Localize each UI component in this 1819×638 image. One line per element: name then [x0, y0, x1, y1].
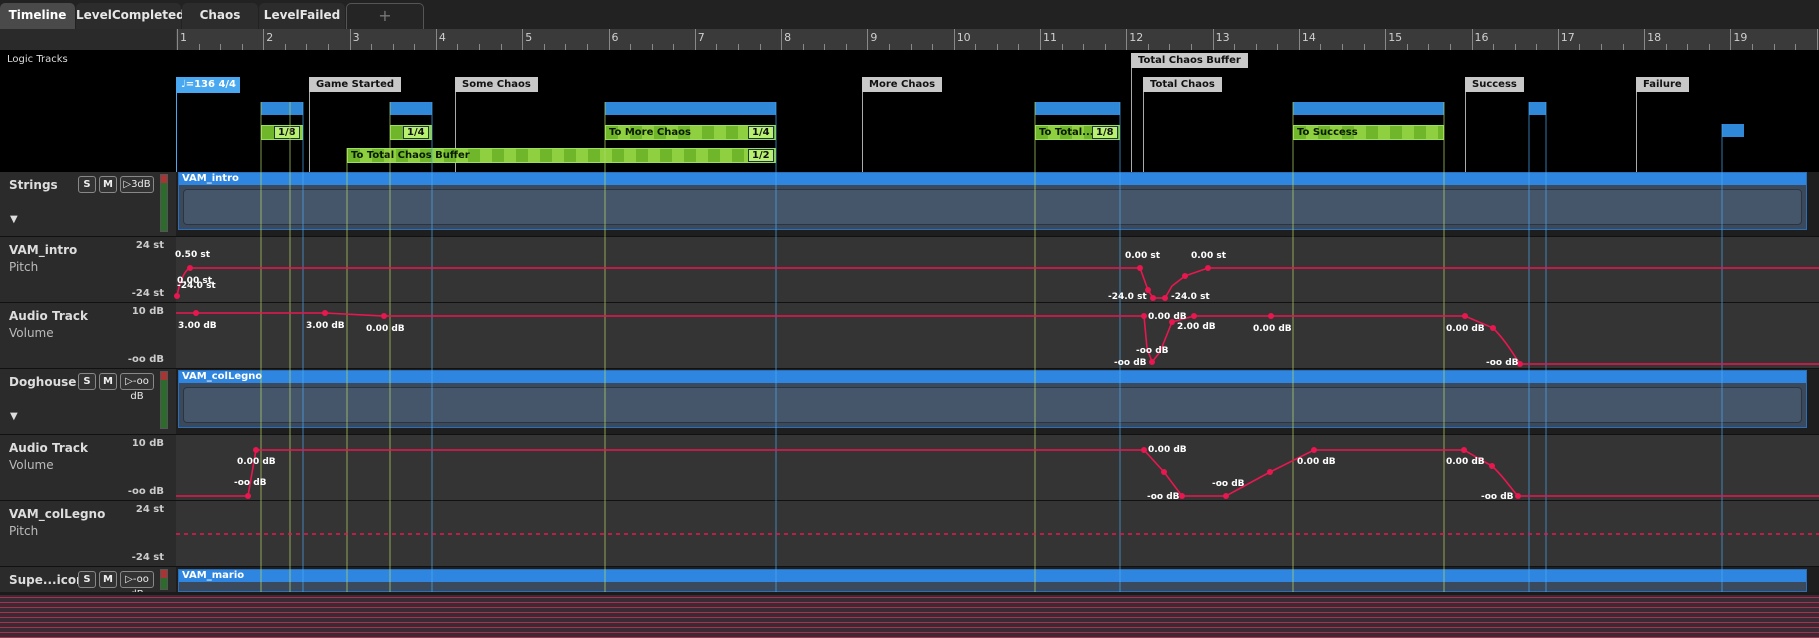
envelope-value-label: 0.00 dB	[366, 324, 405, 334]
envelope-point	[1489, 463, 1495, 469]
envelope-point	[174, 293, 180, 299]
envelope-value-label: -oo dB	[1481, 492, 1514, 502]
envelope-vam-intro-pitch	[176, 267, 1819, 299]
envelope-point	[1205, 265, 1211, 271]
envelope-value-label: 0.50 st	[175, 250, 210, 260]
envelope-point	[381, 313, 387, 319]
envelope-curve	[176, 449, 1819, 497]
envelope-value-label: -24.0 st	[1108, 292, 1147, 302]
envelope-point	[1149, 359, 1155, 365]
envelope-value-label: 0.00 dB	[1148, 445, 1187, 455]
envelope-value-label: 0.00 dB	[1446, 324, 1485, 334]
envelope-point	[1515, 493, 1521, 499]
envelope-doghouse-volume	[176, 449, 1819, 497]
envelope-point	[1461, 447, 1467, 453]
envelope-point	[245, 493, 251, 499]
envelope-point	[1490, 325, 1496, 331]
envelope-value-label: 3.00 dB	[178, 321, 217, 331]
envelope-value-label: -oo dB	[1486, 358, 1519, 368]
envelope-value-label: -oo dB	[1136, 346, 1169, 356]
envelope-point	[1268, 313, 1274, 319]
envelope-value-label: -oo dB	[1114, 358, 1147, 368]
envelope-value-label: -24.0 st	[177, 281, 216, 291]
envelope-point	[1162, 295, 1168, 301]
envelope-point	[253, 447, 259, 453]
envelope-value-label: -oo dB	[1212, 479, 1245, 489]
envelope-point	[1182, 273, 1188, 279]
envelope-strings-volume	[176, 312, 1819, 365]
overview-minimap[interactable]	[0, 595, 1819, 638]
automation-overlay	[174, 102, 1819, 592]
transition-guide-lines	[260, 102, 1723, 592]
envelope-point	[322, 310, 328, 316]
envelope-value-label: 0.00 dB	[1446, 457, 1485, 467]
envelope-value-label: -oo dB	[234, 478, 267, 488]
envelope-value-label: 0.00 st	[1125, 251, 1160, 261]
envelope-points	[174, 265, 1211, 301]
envelope-point	[1311, 447, 1317, 453]
envelope-point	[1191, 313, 1197, 319]
envelope-point	[1141, 447, 1147, 453]
envelope-value-label: 0.00 dB	[1297, 457, 1336, 467]
envelope-point	[1137, 265, 1143, 271]
envelope-point	[1462, 313, 1468, 319]
envelope-points	[193, 310, 1523, 367]
envelope-value-label: 0.00 dB	[237, 457, 276, 467]
envelope-point	[1141, 313, 1147, 319]
envelope-value-label: 0.00 dB	[1148, 312, 1187, 322]
envelope-value-label: 0.00 dB	[1253, 324, 1292, 334]
envelope-value-label: 2.00 dB	[1177, 322, 1216, 332]
envelope-point	[193, 310, 199, 316]
envelope-value-label: 3.00 dB	[306, 321, 345, 331]
envelope-curve	[176, 312, 1819, 365]
envelope-point	[1161, 469, 1167, 475]
envelope-value-label: -24.0 st	[1171, 292, 1210, 302]
envelope-points	[245, 447, 1521, 499]
envelope-point	[1150, 295, 1156, 301]
envelope-point	[1223, 493, 1229, 499]
envelope-value-label: 0.00 st	[1191, 251, 1226, 261]
envelope-point	[1267, 469, 1273, 475]
envelope-curve	[176, 267, 1819, 299]
envelope-value-label: -oo dB	[1147, 492, 1180, 502]
envelope-point	[187, 265, 193, 271]
